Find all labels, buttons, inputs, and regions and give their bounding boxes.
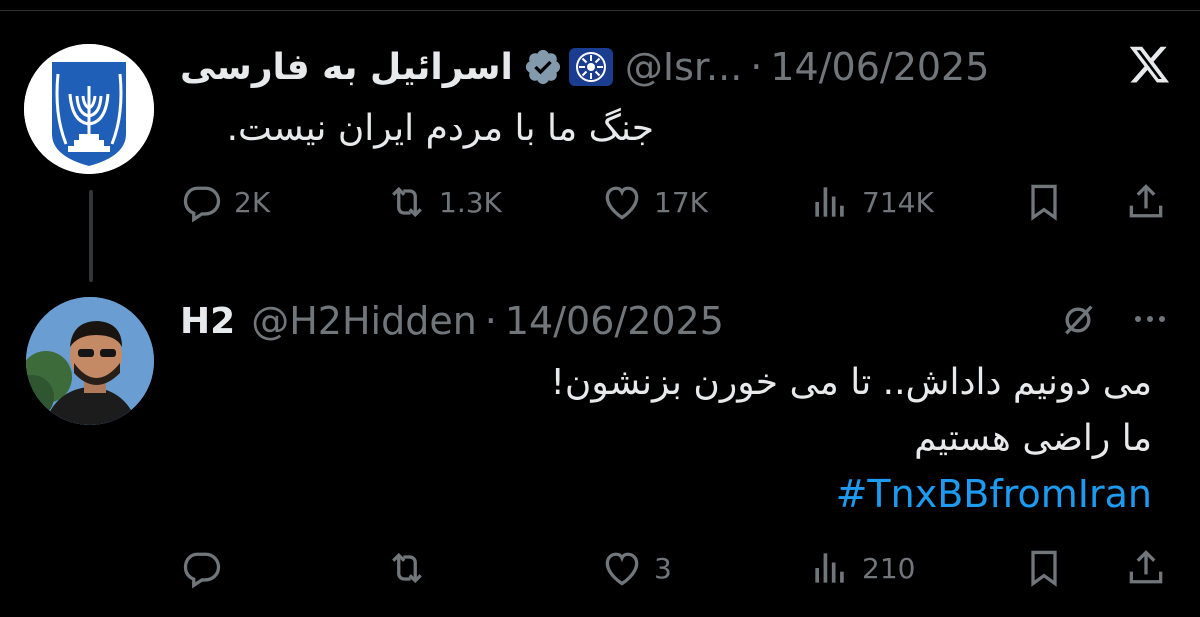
tweet2-text-line2: ما راضی هستیم (914, 418, 1152, 459)
tweet2-text-line1: می دونیم داداش.. تا می خورن بزنشون! (550, 362, 1152, 403)
bookmark-button[interactable] (1022, 180, 1066, 224)
tweet2-actions: 3 210 (180, 546, 1170, 590)
share-button[interactable] (1124, 546, 1168, 590)
thread-connector (89, 190, 93, 282)
like-button[interactable]: 3 (600, 546, 672, 590)
bookmark-icon (1031, 184, 1057, 221)
tweet1-handle[interactable]: @Isr... (625, 45, 742, 89)
reply-icon (183, 552, 221, 589)
like-count: 17K (654, 185, 708, 219)
repost-button[interactable]: 1.3K (385, 180, 502, 224)
views-count: 210 (862, 551, 916, 585)
like-icon (605, 186, 639, 220)
repost-count: 1.3K (439, 185, 502, 219)
share-icon (1129, 550, 1163, 584)
tweet1-separator: · (750, 45, 763, 89)
tweet2-separator: · (484, 299, 497, 343)
profile-photo-icon (26, 297, 154, 425)
like-button[interactable]: 17K (600, 180, 708, 224)
israel-emblem-icon (24, 44, 154, 174)
tweet1-header: اسرائیل به فارسی @Isr... · 14/06/2025 (180, 42, 989, 92)
government-badge-icon (568, 48, 613, 86)
repost-icon (392, 186, 422, 218)
reply-button[interactable] (180, 546, 234, 590)
tweet2-display-name[interactable]: H2 (180, 301, 235, 342)
reply-button[interactable]: 2K (180, 180, 270, 224)
views-icon (815, 553, 844, 583)
views-icon (815, 187, 844, 217)
verified-badge-icon (525, 49, 560, 85)
avatar-h2[interactable] (26, 297, 154, 425)
tweet2-header: H2 @H2Hidden · 14/06/2025 (180, 296, 724, 346)
views-count: 714K (862, 185, 934, 219)
bookmark-icon (1031, 550, 1057, 587)
tweet1-actions: 2K 1.3K 17K 714K (180, 180, 1170, 224)
share-icon (1129, 184, 1163, 218)
reply-count: 2K (234, 185, 271, 219)
top-divider (0, 10, 1200, 11)
tweet1-date[interactable]: 14/06/2025 (770, 45, 989, 89)
tweet1-text: جنگ ما با مردم ایران نیست. (226, 108, 654, 149)
bookmark-button[interactable] (1022, 546, 1066, 590)
reply-icon (183, 186, 221, 223)
views-button[interactable]: 714K (808, 180, 934, 224)
repost-button[interactable] (385, 546, 439, 590)
share-button[interactable] (1124, 180, 1168, 224)
tweet1-display-name[interactable]: اسرائیل به فارسی (180, 47, 513, 88)
grok-icon[interactable] (1058, 300, 1098, 340)
like-icon (605, 552, 639, 586)
like-count: 3 (654, 551, 672, 585)
x-logo-icon[interactable] (1125, 44, 1171, 88)
more-icon[interactable] (1130, 312, 1170, 326)
tweet2-handle[interactable]: @H2Hidden (251, 299, 477, 343)
avatar-israel-farsi[interactable] (24, 44, 154, 174)
tweet2-date[interactable]: 14/06/2025 (505, 299, 724, 343)
hashtag-link[interactable]: #TnxBBfromIran (836, 472, 1152, 516)
repost-icon (392, 552, 422, 584)
views-button[interactable]: 210 (808, 546, 915, 590)
